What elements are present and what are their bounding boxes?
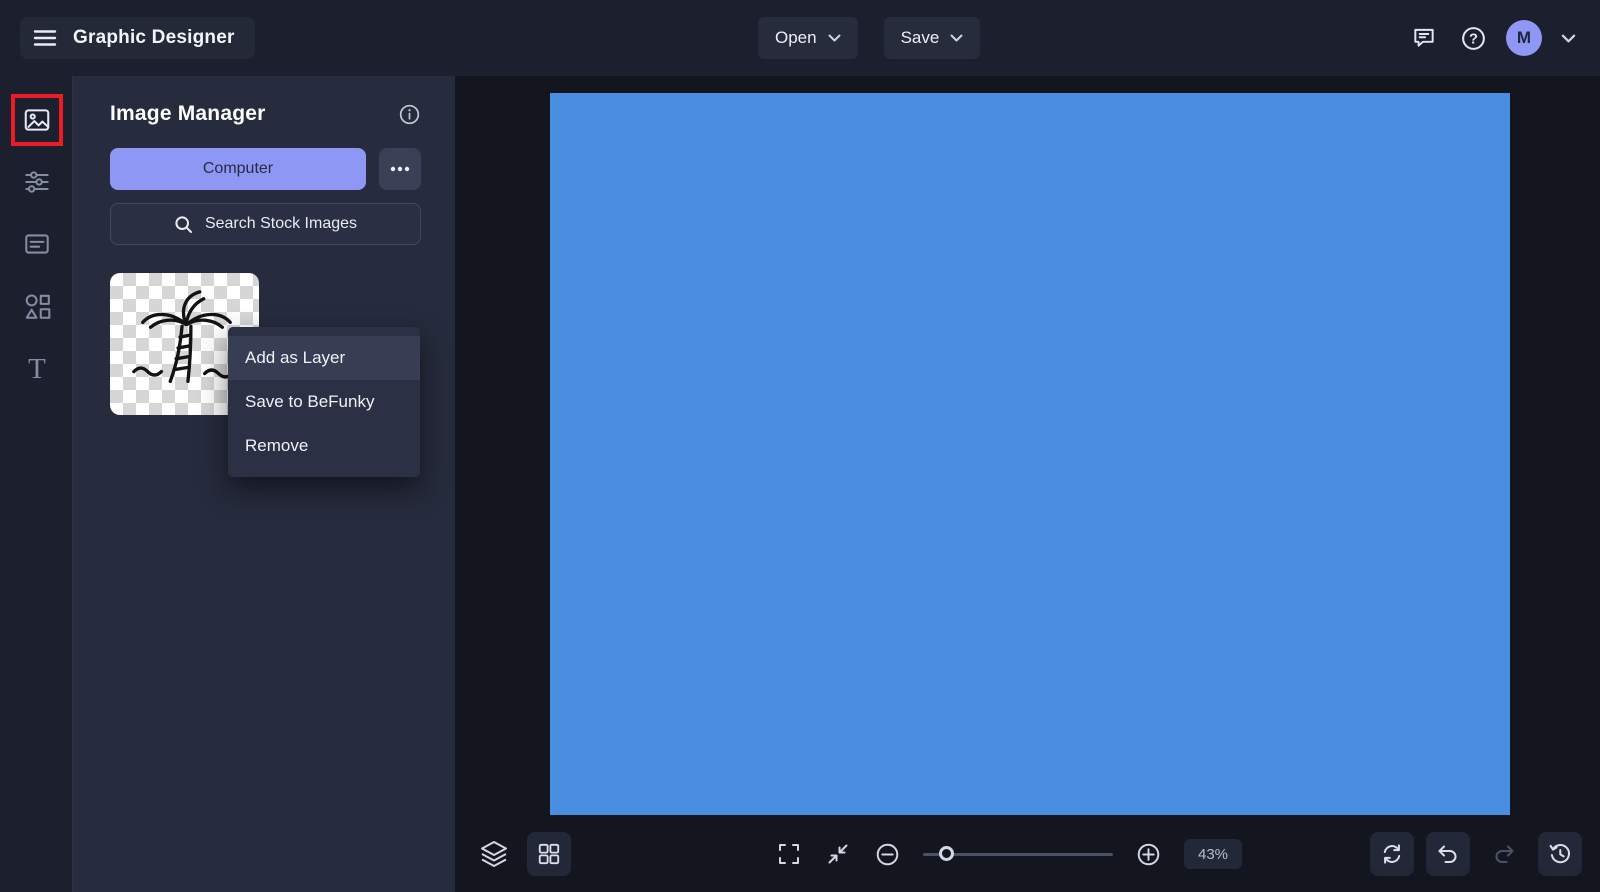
tool-rail: T	[0, 76, 73, 892]
bottom-toolbar: 43%	[455, 816, 1600, 892]
search-button-label: Search Stock Images	[204, 215, 358, 232]
top-bar: Graphic Designer Open Save ? M	[0, 0, 1600, 76]
templates-icon	[24, 234, 49, 254]
open-button-label: Open	[775, 28, 817, 47]
shapes-icon	[25, 294, 50, 319]
refresh-icon	[1383, 844, 1401, 864]
app-title: Graphic Designer	[73, 27, 235, 48]
layers-icon	[481, 841, 507, 867]
app-window: Graphic Designer Open Save ? M T Image M…	[0, 0, 1600, 892]
artboard[interactable]	[550, 93, 1510, 815]
undo-icon	[1438, 845, 1457, 863]
rail-item-templates[interactable]	[11, 218, 63, 270]
image-manager-panel: Image Manager Computer Search Stock Imag…	[73, 76, 455, 892]
search-stock-images-button[interactable]: Search Stock Images	[110, 203, 421, 245]
topbar-right-group: ? M	[1407, 20, 1580, 56]
fit-screen-icon	[779, 844, 799, 864]
canvas-area: 43%	[455, 76, 1600, 892]
history-icon	[1549, 844, 1570, 864]
redo-icon	[1495, 845, 1514, 863]
help-button[interactable]: ?	[1456, 21, 1491, 56]
collapse-icon	[828, 844, 848, 864]
account-menu-button[interactable]	[1557, 30, 1580, 47]
rail-item-edit[interactable]	[11, 156, 63, 208]
search-icon	[175, 215, 192, 233]
zoom-in-button[interactable]	[1134, 840, 1163, 869]
chevron-down-icon	[1561, 34, 1576, 42]
image-manager-icon	[24, 109, 49, 131]
menu-item-remove[interactable]: Remove	[228, 424, 420, 468]
toolbar-left-group	[477, 832, 571, 876]
zoom-controls: 43%	[775, 839, 1242, 869]
file-actions: Open Save	[758, 17, 981, 59]
main-menu-button[interactable]	[32, 27, 58, 49]
actual-size-button[interactable]	[824, 840, 852, 868]
pages-grid-button[interactable]	[527, 832, 571, 876]
zoom-in-icon	[1137, 843, 1160, 865]
computer-button-label: Computer	[202, 160, 274, 177]
history-button[interactable]	[1538, 832, 1582, 876]
reset-button[interactable]	[1370, 832, 1414, 876]
help-icon: ?	[1462, 26, 1485, 50]
info-button[interactable]	[398, 103, 421, 126]
history-controls	[1370, 832, 1582, 876]
rail-item-text[interactable]: T	[11, 342, 63, 394]
more-options-button[interactable]	[379, 148, 421, 190]
undo-button[interactable]	[1426, 832, 1470, 876]
zoom-out-icon	[876, 843, 899, 865]
info-icon	[399, 104, 420, 124]
app-menu-chip: Graphic Designer	[20, 17, 255, 59]
feedback-button[interactable]	[1407, 21, 1441, 55]
source-row: Computer	[110, 148, 421, 190]
ellipsis-icon	[390, 166, 410, 172]
save-button[interactable]: Save	[883, 17, 981, 59]
context-menu: Add as Layer Save to BeFunky Remove	[228, 327, 420, 477]
menu-item-save-to-befunky[interactable]: Save to BeFunky	[228, 380, 420, 424]
sliders-icon	[24, 171, 49, 193]
avatar[interactable]: M	[1506, 20, 1542, 56]
panel-header: Image Manager	[110, 102, 421, 126]
chevron-down-icon	[828, 34, 841, 42]
svg-text:?: ?	[1469, 31, 1478, 47]
text-icon: T	[28, 353, 46, 383]
save-button-label: Save	[900, 28, 940, 47]
panel-title: Image Manager	[110, 102, 266, 125]
open-button[interactable]: Open	[758, 17, 858, 59]
zoom-slider[interactable]	[923, 844, 1113, 864]
zoom-out-button[interactable]	[873, 840, 902, 869]
rail-item-image-manager[interactable]	[10, 94, 63, 146]
comments-icon	[1414, 28, 1434, 47]
grid-icon	[538, 843, 560, 865]
computer-button[interactable]: Computer	[110, 148, 366, 190]
zoom-slider-knob[interactable]	[939, 846, 954, 861]
chevron-down-icon	[950, 34, 963, 42]
zoom-level-value[interactable]: 43%	[1184, 839, 1242, 869]
redo-button[interactable]	[1482, 832, 1526, 876]
layers-button[interactable]	[477, 837, 511, 871]
fit-to-screen-button[interactable]	[775, 840, 803, 868]
menu-item-add-as-layer[interactable]: Add as Layer	[228, 336, 420, 380]
hamburger-icon	[33, 30, 57, 46]
svg-text:T: T	[28, 353, 46, 383]
rail-item-graphics[interactable]	[11, 280, 63, 332]
